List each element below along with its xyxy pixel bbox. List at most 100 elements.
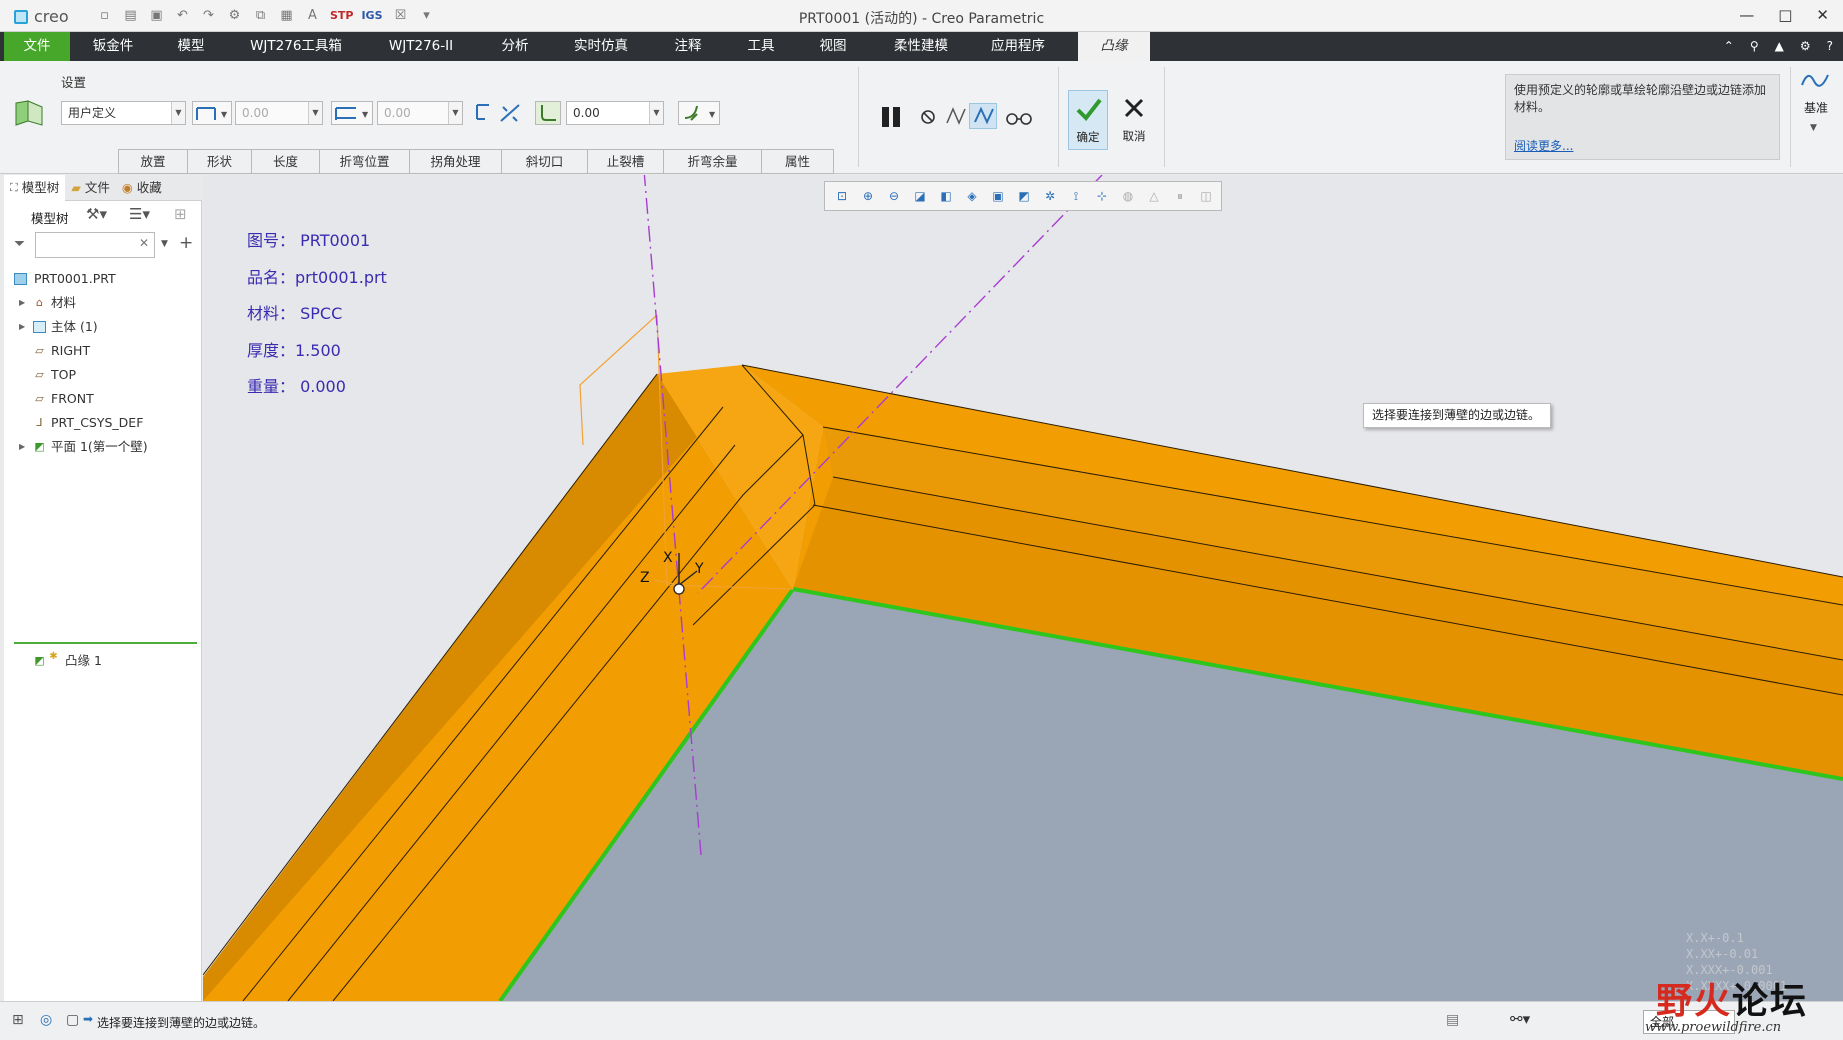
no-preview-icon[interactable] [918,107,938,127]
bend-radius-input[interactable]: 0.00 ▼ [566,101,664,125]
datum-plane-icon: ▱ [35,392,44,405]
clip-icon[interactable]: ◫ [1195,186,1217,206]
bend-radius-side-button[interactable] [535,101,561,125]
help-text: 使用预定义的轮廓或草绘轮廓沿壁边或边链添加材料。 [1514,83,1767,114]
datum-dropdown-icon[interactable]: ▼ [1810,123,1817,133]
chevron-down-icon: ▼ [171,102,185,124]
saved-orientations-icon[interactable]: ◈ [961,186,983,206]
tree-item-top[interactable]: ▱ TOP [4,363,202,387]
thickness-side-icon[interactable] [497,101,523,125]
subtab-length[interactable]: 长度 [252,149,320,174]
tree-item-front[interactable]: ▱ FRONT [4,387,202,411]
appearance-icon[interactable]: ◍ [1117,186,1139,206]
navigator-tabs: ⛶ 模型树 ▰ 文件 ◉ 收藏 [4,175,202,201]
subtab-miter-cut[interactable]: 斜切口 [502,149,588,174]
tree-columns-icon[interactable]: ⊞ [174,205,187,223]
shape-type-combo[interactable]: 用户定义 ▼ [61,101,186,125]
tree-item-csys[interactable]: ⅃ PRT_CSYS_DEF [4,411,202,435]
mesh-preview-icon[interactable] [944,105,968,127]
expand-icon[interactable]: ▶ [19,315,25,339]
subtab-properties[interactable]: 属性 [762,149,834,174]
navigator-toggle-icon[interactable]: ⊞ [12,1012,24,1028]
tree-item-right[interactable]: ▱ RIGHT [4,339,202,363]
annotation-display-icon[interactable]: ⟟ [1065,186,1087,206]
tab-analysis[interactable]: 分析 [490,32,540,61]
subtab-bend-allowance[interactable]: 折弯余量 [664,149,762,174]
tab-wjt276-toolbox[interactable]: WJT276工具箱 [238,32,354,61]
minimize-icon[interactable]: — [1739,6,1754,24]
expand-icon[interactable]: ▶ [19,291,25,315]
length-2-input[interactable]: 0.00 ▼ [377,101,463,125]
section-icon[interactable]: △ [1143,186,1165,206]
tab-model[interactable]: 模型 [160,32,222,61]
tab-flange[interactable]: 凸缘 [1078,32,1150,61]
tree-item-flange[interactable]: ◩ ✱ 凸缘 1 [4,649,202,673]
length-1-input[interactable]: 0.00 ▼ [235,101,323,125]
read-more-link[interactable]: 阅读更多... [1514,138,1573,155]
tab-tools[interactable]: 工具 [736,32,786,61]
tree-item-root[interactable]: PRT0001.PRT [4,267,202,291]
subtab-bend-position[interactable]: 折弯位置 [320,149,410,174]
subtab-corner-treatment[interactable]: 拐角处理 [410,149,502,174]
graphics-window[interactable]: X Y Z ⊡ ⊕ ⊖ ◪ ◧ ◈ ▣ ◩ ✲ ⟟ ⊹ ◍ △ ⏸ ◫ 图号： … [203,175,1843,1001]
tree-filter-list-icon[interactable]: ☰▾ [129,205,150,223]
maximize-icon[interactable]: □ [1778,6,1792,24]
zoom-out-icon[interactable]: ⊖ [883,186,905,206]
clear-search-icon[interactable]: ✕ [139,236,149,250]
help-icon[interactable]: ? [1827,39,1833,53]
full-screen-icon[interactable]: ▢ [66,1012,79,1028]
tab-sheetmetal[interactable]: 钣金件 [80,32,146,61]
tab-flexible-modeling[interactable]: 柔性建模 [880,32,962,61]
verify-preview-icon[interactable] [1004,107,1034,127]
tab-file[interactable]: 文件 [4,32,70,61]
repaint-icon[interactable]: ◪ [909,186,931,206]
tab-wjt276-ii[interactable]: WJT276-II [372,32,470,61]
datum-icon[interactable] [1800,67,1832,95]
tab-favorites[interactable]: ◉ 收藏 [116,175,168,201]
tree-item-planar-wall[interactable]: ▶ ◩ 平面 1(第一个壁) [4,435,202,459]
search-options-icon[interactable]: ▼ [161,239,168,249]
regeneration-icon[interactable]: ▤ [1446,1012,1459,1028]
subtab-shape[interactable]: 形状 [188,149,252,174]
search-icon[interactable]: ⚲ [1750,39,1759,53]
settings-icon[interactable]: ⚙ [1800,39,1811,53]
solid-preview-button[interactable] [969,103,997,129]
tree-item-material[interactable]: ▶ ⌂ 材料 [4,291,202,315]
tab-view[interactable]: 视图 [806,32,860,61]
perspective-icon[interactable]: ◩ [1013,186,1035,206]
ok-button[interactable]: 确定 [1068,90,1108,150]
pause-animation-icon[interactable]: ⏸ [1169,186,1191,206]
bend-radius-dimension-button[interactable]: ▼ [678,101,720,125]
tree-search-input[interactable]: ✕ [35,232,155,258]
filter-funnel-icon[interactable]: ⏷ [14,236,25,252]
spin-center-icon[interactable]: ⊹ [1091,186,1113,206]
ribbon-right-controls: ⌃ ⚲ ▲ ⚙ ? [1724,39,1833,53]
refit-icon[interactable]: ⊡ [831,186,853,206]
tab-model-tree[interactable]: ⛶ 模型树 [4,175,66,201]
expand-icon[interactable]: ▶ [19,435,25,459]
add-filter-icon[interactable]: + [179,233,193,253]
display-style-icon[interactable]: ◧ [935,186,957,206]
datum-label[interactable]: 基准 [1804,99,1828,116]
axis-z-label: Z [640,570,650,586]
browser-toggle-icon[interactable]: ◎ [40,1012,52,1028]
datum-display-filters-icon[interactable]: ✲ [1039,186,1061,206]
learning-icon[interactable]: ▲ [1775,39,1784,53]
tab-live-simulation[interactable]: 实时仿真 [566,32,636,61]
subtab-placement[interactable]: 放置 [118,149,188,174]
zoom-in-icon[interactable]: ⊕ [857,186,879,206]
collapse-ribbon-icon[interactable]: ⌃ [1724,39,1734,53]
length-type-2-button[interactable]: ▼ [331,101,373,125]
tab-folder-browser[interactable]: ▰ 文件 [65,175,116,201]
close-icon[interactable]: ✕ [1816,6,1829,24]
tab-applications[interactable]: 应用程序 [982,32,1054,61]
tree-settings-icon[interactable]: ⚒▾ [86,205,107,223]
view-manager-icon[interactable]: ▣ [987,186,1009,206]
find-icon[interactable]: ⚯▾ [1510,1010,1530,1028]
tree-item-body[interactable]: ▶ 主体 (1) [4,315,202,339]
cancel-button[interactable]: 取消 [1114,90,1154,150]
length-type-1-button[interactable]: ▼ [192,101,232,125]
tab-annotate[interactable]: 注释 [660,32,716,61]
subtab-relief[interactable]: 止裂槽 [588,149,664,174]
pause-icon[interactable] [878,103,906,131]
